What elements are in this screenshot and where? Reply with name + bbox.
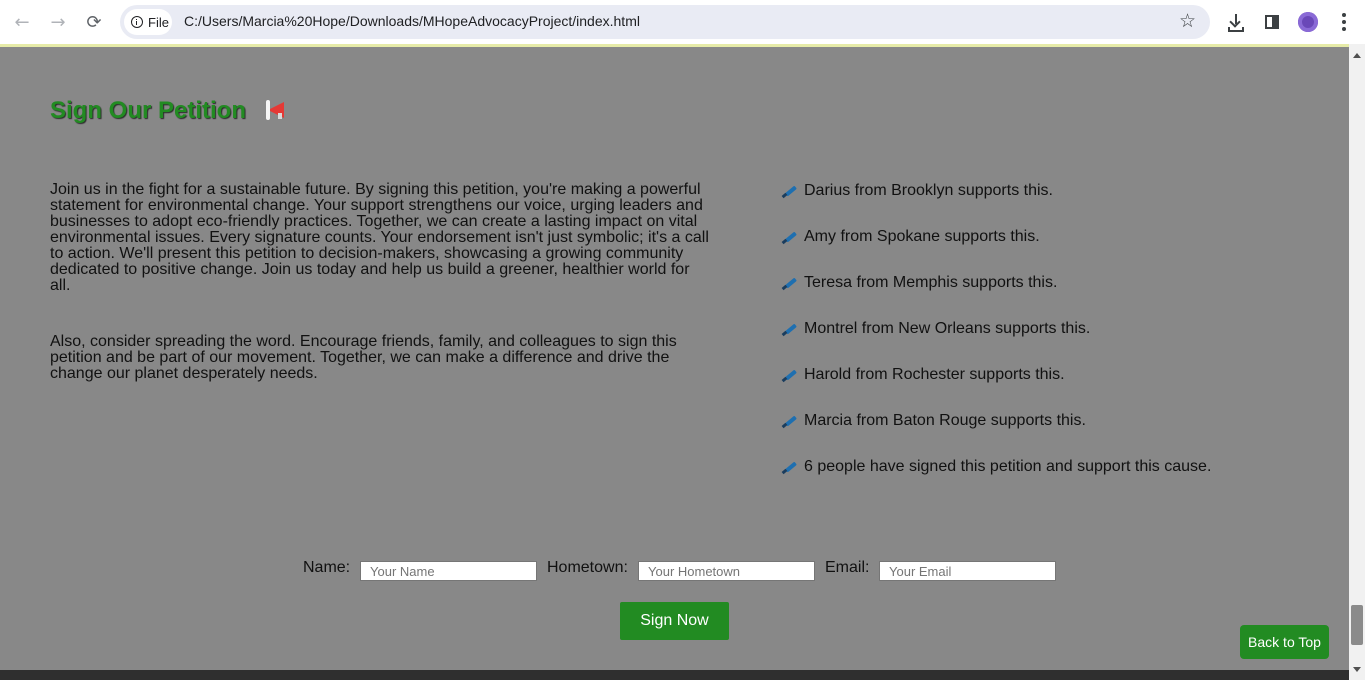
profile-avatar[interactable] [1298,12,1318,32]
description-paragraph: Join us in the fight for a sustainable f… [50,181,709,294]
page-scrollbar[interactable] [1349,44,1365,680]
email-input[interactable] [879,561,1056,581]
supporter-text: Amy from Spokane supports this. [804,228,1040,245]
section-heading: Sign Our Petition [50,97,287,125]
address-bar[interactable]: File C:/Users/Marcia%20Hope/Downloads/MH… [120,5,1210,39]
petition-section: Sign Our Petition Join us in the fight f… [0,47,1349,670]
supporter-item: Darius from Brooklyn supports this. [780,182,1340,228]
hometown-input[interactable] [638,561,815,581]
pen-icon [781,230,798,245]
supporter-text: Marcia from Baton Rouge supports this. [804,412,1086,429]
site-chip-label: File [148,14,169,30]
side-panel-icon[interactable] [1259,9,1285,35]
signature-count: 6 people have signed this petition and s… [780,458,1340,504]
back-arrow-icon[interactable]: ← [8,8,36,36]
description-paragraph: Also, consider spreading the word. Encou… [50,333,677,382]
supporter-text: Montrel from New Orleans supports this. [804,320,1091,337]
pen-icon [781,276,798,291]
supporter-list: Darius from Brooklyn supports this. Amy … [780,182,1340,504]
star-icon[interactable]: ☆ [1179,10,1196,32]
pen-icon [781,460,798,475]
reload-icon[interactable]: ⟳ [80,8,108,36]
pen-icon [781,414,798,429]
pen-icon [781,368,798,383]
forward-arrow-icon[interactable]: → [44,8,72,36]
scrollbar-thumb[interactable] [1351,605,1363,645]
pen-icon [781,322,798,337]
supporter-item: Teresa from Memphis supports this. [780,274,1340,320]
signature-count-text: 6 people have signed this petition and s… [804,458,1212,475]
megaphone-icon [263,100,287,120]
back-to-top-button[interactable]: Back to Top [1240,625,1329,659]
supporter-item: Amy from Spokane supports this. [780,228,1340,274]
browser-toolbar: ← → ⟳ File C:/Users/Marcia%20Hope/Downlo… [0,0,1365,44]
name-input[interactable] [360,561,537,581]
supporter-text: Darius from Brooklyn supports this. [804,182,1053,199]
section-title: Sign Our Petition [50,97,246,124]
url-text[interactable]: C:/Users/Marcia%20Hope/Downloads/MHopeAd… [184,13,640,29]
more-menu-icon[interactable] [1331,9,1357,35]
sign-now-button[interactable]: Sign Now [620,602,729,640]
supporter-item: Harold from Rochester supports this. [780,366,1340,412]
hometown-label: Hometown: [547,559,628,576]
supporter-item: Marcia from Baton Rouge supports this. [780,412,1340,458]
download-icon[interactable] [1223,9,1249,35]
site-info-chip[interactable]: File [124,9,172,35]
pen-icon [781,184,798,199]
email-label: Email: [825,559,870,576]
supporter-item: Montrel from New Orleans supports this. [780,320,1340,366]
scroll-up-arrow-icon[interactable] [1353,53,1361,58]
petition-description: Join us in the fight for a sustainable f… [50,182,710,422]
footer-edge [0,670,1349,680]
supporter-text: Harold from Rochester supports this. [804,366,1065,383]
scroll-down-arrow-icon[interactable] [1353,667,1361,672]
name-label: Name: [303,559,351,576]
supporter-text: Teresa from Memphis supports this. [804,274,1058,291]
info-icon [131,16,143,28]
